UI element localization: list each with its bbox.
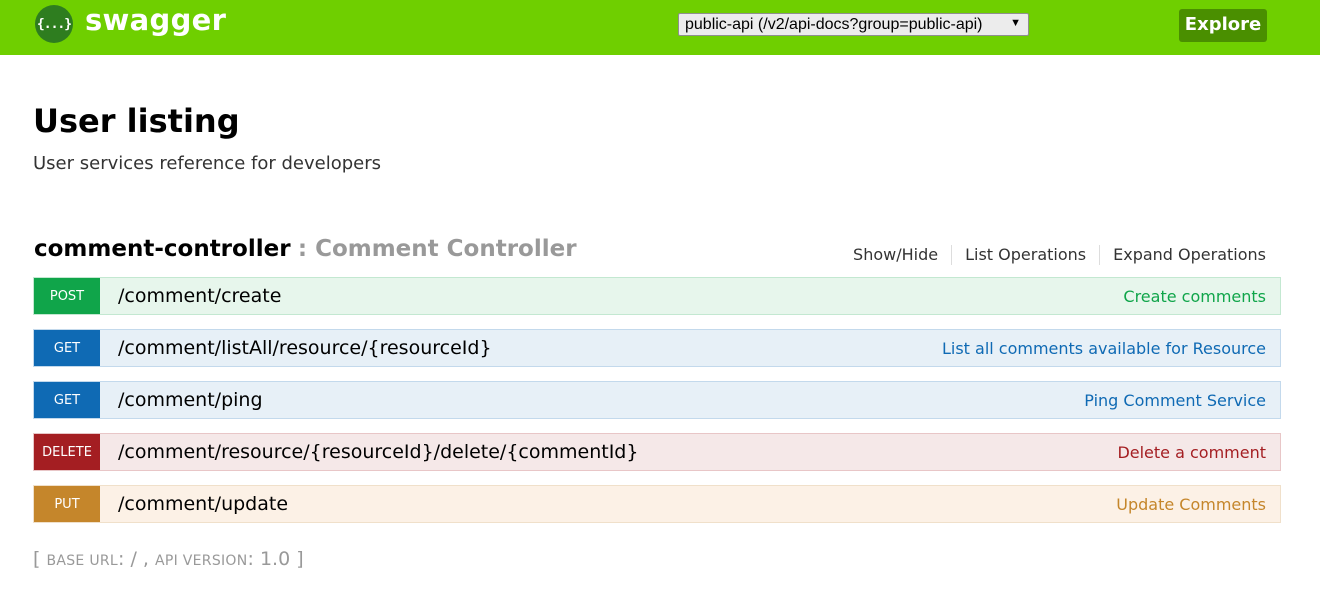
api-select-value: public-api (/v2/api-docs?group=public-ap…	[685, 16, 983, 33]
top-bar: {...} swagger public-api (/v2/api-docs?g…	[0, 0, 1320, 55]
operation-path[interactable]: /comment/ping	[118, 389, 263, 411]
brand-name[interactable]: swagger	[85, 3, 226, 37]
method-badge[interactable]: DELETE	[34, 434, 100, 470]
method-badge[interactable]: POST	[34, 278, 100, 314]
operation-row-post-create[interactable]: POST /comment/create Create comments	[33, 277, 1281, 315]
base-url-value: : / ,	[118, 548, 155, 570]
resource-name-link[interactable]: comment-controller	[34, 236, 291, 262]
operation-row-get-ping[interactable]: GET /comment/ping Ping Comment Service	[33, 381, 1281, 419]
operation-summary[interactable]: List all comments available for Resource	[942, 339, 1266, 358]
page-description: User services reference for developers	[33, 153, 381, 174]
api-version-label: API VERSION	[154, 553, 248, 569]
api-version-value: : 1.0 ]	[247, 548, 304, 570]
operation-row-put-update[interactable]: PUT /comment/update Update Comments	[33, 485, 1281, 523]
operation-path[interactable]: /comment/create	[118, 285, 281, 307]
resource-actions: Show/Hide List Operations Expand Operati…	[840, 245, 1266, 265]
api-definition-select[interactable]: public-api (/v2/api-docs?group=public-ap…	[678, 13, 1029, 36]
operation-summary[interactable]: Update Comments	[1116, 495, 1266, 514]
operation-path[interactable]: /comment/update	[118, 493, 288, 515]
method-badge[interactable]: GET	[34, 330, 100, 366]
resource-heading: comment-controller : Comment Controller	[34, 236, 577, 262]
operation-row-get-list-all[interactable]: GET /comment/listAll/resource/{resourceI…	[33, 329, 1281, 367]
operation-path[interactable]: /comment/listAll/resource/{resourceId}	[118, 337, 492, 359]
operation-summary[interactable]: Ping Comment Service	[1084, 391, 1266, 410]
expand-operations-link[interactable]: Expand Operations	[1100, 245, 1266, 265]
list-operations-link[interactable]: List Operations	[952, 245, 1101, 265]
operation-row-delete-comment[interactable]: DELETE /comment/resource/{resourceId}/de…	[33, 433, 1281, 471]
operation-path[interactable]: /comment/resource/{resourceId}/delete/{c…	[118, 441, 638, 463]
base-url-label: BASE URL	[46, 553, 118, 569]
explore-button[interactable]: Explore	[1179, 9, 1267, 42]
operation-summary[interactable]: Create comments	[1123, 287, 1266, 306]
footer-open-bracket: [	[33, 548, 47, 570]
swagger-logo-icon[interactable]: {...}	[35, 5, 73, 43]
method-badge[interactable]: GET	[34, 382, 100, 418]
operation-summary[interactable]: Delete a comment	[1117, 443, 1266, 462]
method-badge[interactable]: PUT	[34, 486, 100, 522]
show-hide-link[interactable]: Show/Hide	[840, 245, 953, 265]
caret-down-icon: ▼	[1010, 17, 1021, 29]
api-info-footer: [ BASE URL: / , API VERSION: 1.0 ]	[33, 548, 304, 570]
resource-description: : Comment Controller	[297, 236, 577, 262]
page-title: User listing	[33, 102, 240, 140]
